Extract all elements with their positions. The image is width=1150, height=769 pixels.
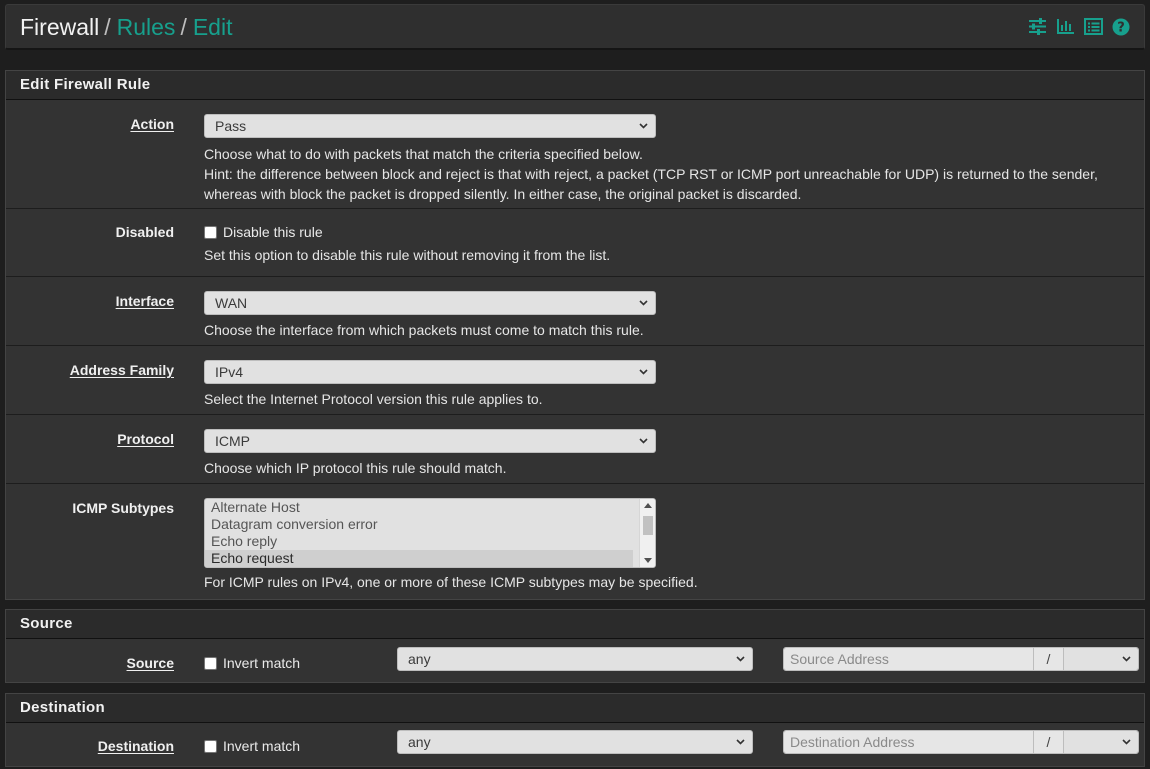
address-family-label: Address Family (69, 362, 174, 378)
breadcrumb-separator: / (104, 14, 111, 40)
listbox-option-selected[interactable]: Echo request (205, 550, 633, 567)
icmp-subtypes-label: ICMP Subtypes (72, 500, 174, 516)
destination-panel: Destination Destination Invert match any… (5, 693, 1145, 767)
list-icon[interactable] (1084, 18, 1103, 36)
interface-help: Choose the interface from which packets … (204, 322, 644, 338)
source-type-value: any (408, 651, 431, 667)
source-invert-checkbox[interactable] (204, 657, 217, 670)
source-label: Source (126, 655, 174, 671)
protocol-label: Protocol (117, 431, 174, 447)
breadcrumb-edit-link[interactable]: Edit (193, 14, 233, 40)
action-hint-continued: whereas with block the packet is dropped… (204, 186, 802, 202)
chevron-down-icon (1122, 739, 1131, 745)
protocol-help: Choose which IP protocol this rule shoul… (204, 460, 507, 476)
disabled-label: Disabled (115, 224, 174, 240)
protocol-row: Protocol ICMP Choose which IP protocol t… (6, 415, 1144, 484)
source-invert-label[interactable]: Invert match (223, 655, 300, 671)
icmp-subtypes-row: ICMP Subtypes Alternate Host Datagram co… (6, 484, 1144, 600)
scroll-down-icon[interactable] (644, 558, 652, 563)
scroll-up-icon[interactable] (644, 503, 652, 508)
breadcrumb-firewall: Firewall (20, 14, 100, 40)
address-family-row: Address Family IPv4 Select the Internet … (6, 346, 1144, 415)
disabled-help: Set this option to disable this rule wit… (204, 247, 611, 263)
chevron-down-icon (736, 739, 745, 745)
destination-panel-title: Destination (6, 694, 1144, 723)
disable-rule-label[interactable]: Disable this rule (223, 224, 323, 240)
listbox-option[interactable]: Alternate Host (205, 499, 633, 516)
breadcrumb-rules-link[interactable]: Rules (117, 14, 176, 40)
action-label: Action (130, 116, 174, 132)
page-header: Firewall / Rules / Edit ? (5, 4, 1145, 50)
disable-rule-checkbox[interactable] (204, 226, 217, 239)
destination-invert-checkbox[interactable] (204, 740, 217, 753)
address-family-select[interactable]: IPv4 (204, 360, 656, 384)
source-address-input[interactable]: Source Address (784, 648, 1033, 670)
help-icon[interactable]: ? (1112, 18, 1130, 36)
action-select[interactable]: Pass (204, 114, 656, 138)
listbox-option[interactable]: Echo reply (205, 533, 633, 550)
listbox-option[interactable]: Datagram conversion error (205, 516, 633, 533)
chevron-down-icon (736, 656, 745, 662)
chevron-down-icon (639, 123, 648, 129)
action-select-value: Pass (215, 118, 247, 134)
action-row: Action Pass Choose what to do with packe… (6, 101, 1144, 209)
source-panel: Source Source Invert match any Source Ad… (5, 609, 1145, 683)
panel-title: Edit Firewall Rule (6, 71, 1144, 100)
destination-address-input[interactable]: Destination Address (784, 731, 1033, 753)
source-mask-select[interactable] (1064, 648, 1138, 670)
scrollbar-thumb[interactable] (643, 516, 653, 535)
chevron-down-icon (1122, 656, 1131, 662)
bar-chart-icon[interactable] (1056, 18, 1075, 36)
disabled-row: Disabled Disable this rule Set this opti… (6, 209, 1144, 277)
edit-rule-panel: Edit Firewall Rule Action Pass Choose wh… (5, 70, 1145, 600)
destination-label: Destination (97, 738, 174, 754)
chevron-down-icon (639, 438, 648, 444)
icmp-subtypes-help: For ICMP rules on IPv4, one or more of t… (204, 574, 698, 590)
destination-address-group: Destination Address / (783, 730, 1139, 754)
breadcrumb: Firewall / Rules / Edit (20, 14, 232, 40)
interface-label: Interface (115, 293, 174, 309)
interface-row: Interface WAN Choose the interface from … (6, 277, 1144, 346)
source-row: Source Invert match any Source Address / (6, 640, 1144, 683)
address-family-select-value: IPv4 (215, 364, 244, 380)
destination-invert-label[interactable]: Invert match (223, 738, 300, 754)
svg-text:?: ? (1117, 21, 1125, 36)
source-type-select[interactable]: any (397, 647, 753, 671)
chevron-down-icon (639, 300, 648, 306)
destination-row: Destination Invert match any Destination… (6, 724, 1144, 767)
listbox-scrollbar[interactable] (639, 499, 655, 567)
sliders-icon[interactable] (1028, 18, 1047, 36)
cidr-slash: / (1033, 731, 1064, 753)
interface-select[interactable]: WAN (204, 291, 656, 315)
chevron-down-icon (639, 369, 648, 375)
action-hint: Hint: the difference between block and r… (204, 166, 1098, 182)
protocol-select[interactable]: ICMP (204, 429, 656, 453)
source-panel-title: Source (6, 610, 1144, 639)
destination-type-select[interactable]: any (397, 730, 753, 754)
icmp-subtypes-listbox[interactable]: Alternate Host Datagram conversion error… (204, 498, 656, 568)
address-family-help: Select the Internet Protocol version thi… (204, 391, 543, 407)
protocol-select-value: ICMP (215, 433, 250, 449)
action-help: Choose what to do with packets that matc… (204, 146, 643, 162)
interface-select-value: WAN (215, 295, 248, 311)
destination-type-value: any (408, 734, 431, 750)
breadcrumb-separator: / (180, 14, 187, 40)
source-address-group: Source Address / (783, 647, 1139, 671)
cidr-slash: / (1033, 648, 1064, 670)
destination-mask-select[interactable] (1064, 731, 1138, 753)
